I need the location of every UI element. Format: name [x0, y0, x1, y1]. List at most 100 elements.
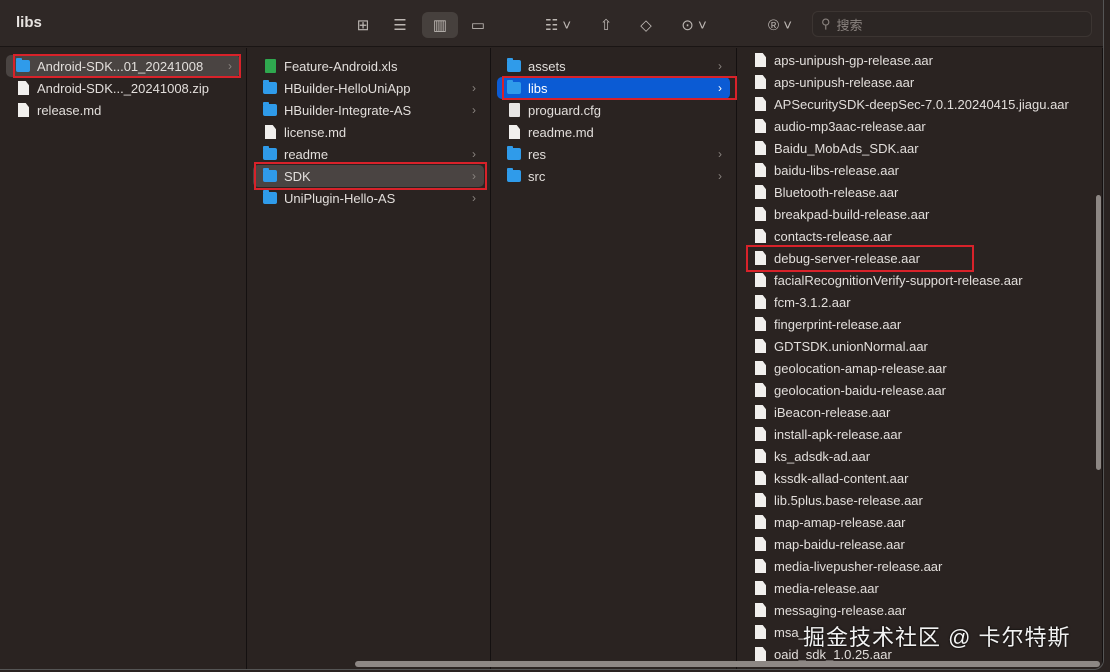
folder-icon	[263, 146, 277, 160]
file-item[interactable]: facialRecognitionVerify-support-release.…	[743, 269, 1096, 291]
chevron-right-icon: ›	[472, 169, 476, 183]
chevron-right-icon: ›	[718, 147, 722, 161]
folder-item[interactable]: Android-SDK...01_20241008 ›	[6, 55, 240, 77]
gallery-view-icon[interactable]: ▭	[464, 12, 492, 38]
file-item[interactable]: map-baidu-release.aar	[743, 533, 1096, 555]
file-icon	[755, 361, 766, 375]
file-item[interactable]: geolocation-baidu-release.aar	[743, 379, 1096, 401]
file-item[interactable]: iBeacon-release.aar	[743, 401, 1096, 423]
file-item[interactable]: GDTSDK.unionNormal.aar	[743, 335, 1096, 357]
file-item[interactable]: audio-mp3aac-release.aar	[743, 115, 1096, 137]
file-icon	[755, 515, 766, 529]
search-field[interactable]: ⚲ 搜索	[812, 11, 1092, 37]
file-item[interactable]: lib.5plus.base-release.aar	[743, 489, 1096, 511]
file-item[interactable]: release.md	[6, 99, 240, 121]
file-item[interactable]: Baidu_MobAds_SDK.aar	[743, 137, 1096, 159]
search-placeholder: 搜索	[836, 17, 863, 33]
file-icon	[755, 163, 766, 177]
grid-view-icon[interactable]: ⊞	[350, 12, 376, 38]
column-view-icon[interactable]: ▥	[422, 12, 458, 38]
file-icon	[755, 75, 766, 89]
file-item[interactable]: install-apk-release.aar	[743, 423, 1096, 445]
registered-icon[interactable]: ® ˅	[762, 12, 798, 38]
file-icon	[509, 103, 520, 117]
horizontal-scrollbar[interactable]	[355, 661, 1100, 667]
file-item[interactable]: Feature-Android.xls	[253, 55, 484, 77]
folder-item[interactable]: HBuilder-Integrate-AS ›	[253, 99, 484, 121]
item-name: geolocation-baidu-release.aar	[774, 382, 947, 398]
folder-item[interactable]: src ›	[497, 165, 730, 187]
file-icon	[755, 295, 766, 309]
file-item[interactable]: kssdk-allad-content.aar	[743, 467, 1096, 489]
folder-icon	[507, 80, 521, 94]
search-icon: ⚲	[821, 16, 831, 31]
file-item[interactable]: proguard.cfg	[497, 99, 730, 121]
file-item[interactable]: APSecuritySDK-deepSec-7.0.1.20240415.jia…	[743, 93, 1096, 115]
item-name: Bluetooth-release.aar	[774, 184, 899, 200]
item-name: res	[528, 146, 547, 162]
file-item[interactable]: license.md	[253, 121, 484, 143]
group-icon[interactable]: ☷ ˅	[538, 12, 578, 38]
item-name: libs	[528, 80, 548, 96]
file-icon	[755, 207, 766, 221]
file-item[interactable]: baidu-libs-release.aar	[743, 159, 1096, 181]
item-name: Feature-Android.xls	[284, 58, 398, 74]
tag-icon[interactable]: ◇	[632, 12, 660, 38]
file-item[interactable]: aps-unipush-gp-release.aar	[743, 49, 1096, 71]
item-name: src	[528, 168, 546, 184]
folder-item[interactable]: UniPlugin-Hello-AS ›	[253, 187, 484, 209]
file-item[interactable]: geolocation-amap-release.aar	[743, 357, 1096, 379]
file-item[interactable]: fcm-3.1.2.aar	[743, 291, 1096, 313]
file-item[interactable]: aps-unipush-release.aar	[743, 71, 1096, 93]
folder-item[interactable]: SDK ›	[253, 165, 484, 187]
item-name: msa_	[774, 624, 806, 640]
item-name: HBuilder-Integrate-AS	[284, 102, 412, 118]
file-icon	[755, 625, 766, 639]
folder-icon	[263, 190, 277, 204]
list-view-icon[interactable]: ☰	[386, 12, 414, 38]
file-item[interactable]: Android-SDK..._20241008.zip	[6, 77, 240, 99]
folder-item[interactable]: assets ›	[497, 55, 730, 77]
item-name: Android-SDK...01_20241008	[37, 58, 204, 74]
file-icon	[755, 493, 766, 507]
file-icon	[755, 537, 766, 551]
share-icon[interactable]: ⇧	[594, 12, 618, 38]
file-icon	[265, 59, 276, 73]
item-name: fcm-3.1.2.aar	[774, 294, 851, 310]
file-item[interactable]: readme.md	[497, 121, 730, 143]
file-icon	[18, 81, 29, 95]
file-icon	[755, 53, 766, 67]
item-name: proguard.cfg	[528, 102, 601, 118]
folder-item[interactable]: res ›	[497, 143, 730, 165]
file-item[interactable]: Bluetooth-release.aar	[743, 181, 1096, 203]
file-icon	[755, 581, 766, 595]
file-item[interactable]: breakpad-build-release.aar	[743, 203, 1096, 225]
column-2: Feature-Android.xls HBuilder-HelloUniApp ›…	[247, 48, 491, 669]
toolbar: libs ⊞ ☰ ▥ ▭ ☷ ˅ ⇧ ◇ ⊙ ˅ ® ˅ ⚲ 搜索	[0, 0, 1103, 47]
folder-item[interactable]: HBuilder-HelloUniApp ›	[253, 77, 484, 99]
folder-item[interactable]: readme ›	[253, 143, 484, 165]
item-name: license.md	[284, 124, 347, 140]
finder-window: libs ⊞ ☰ ▥ ▭ ☷ ˅ ⇧ ◇ ⊙ ˅ ® ˅ ⚲ 搜索 Androi…	[0, 0, 1104, 670]
file-item[interactable]: media-livepusher-release.aar	[743, 555, 1096, 577]
file-icon	[755, 229, 766, 243]
chevron-right-icon: ›	[472, 191, 476, 205]
vertical-scrollbar[interactable]	[1096, 195, 1101, 470]
file-item[interactable]: fingerprint-release.aar	[743, 313, 1096, 335]
file-item[interactable]: debug-server-release.aar	[743, 247, 1096, 269]
file-item[interactable]: ks_adsdk-ad.aar	[743, 445, 1096, 467]
file-icon	[755, 559, 766, 573]
item-name: UniPlugin-Hello-AS	[284, 190, 396, 206]
item-name: audio-mp3aac-release.aar	[774, 118, 926, 134]
item-name: assets	[528, 58, 566, 74]
file-item[interactable]: map-amap-release.aar	[743, 511, 1096, 533]
more-icon[interactable]: ⊙ ˅	[674, 12, 714, 38]
item-name: readme	[284, 146, 329, 162]
folder-icon	[507, 146, 521, 160]
folder-item[interactable]: libs ›	[497, 77, 730, 99]
chevron-right-icon: ›	[718, 169, 722, 183]
file-item[interactable]: messaging-release.aar	[743, 599, 1096, 621]
file-item[interactable]: contacts-release.aar	[743, 225, 1096, 247]
file-item[interactable]: media-release.aar	[743, 577, 1096, 599]
item-name: map-baidu-release.aar	[774, 536, 905, 552]
